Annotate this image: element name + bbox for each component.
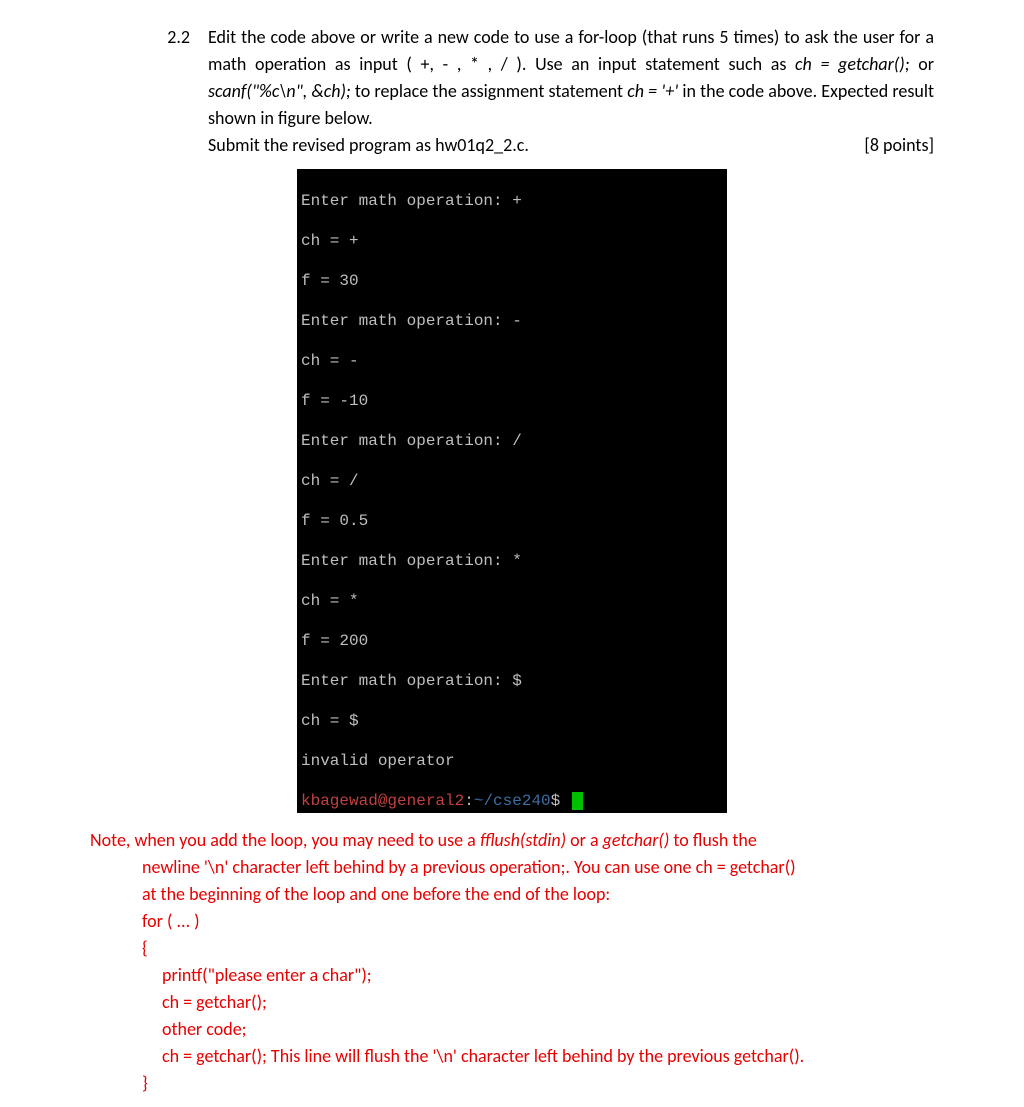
terminal-output: Enter math operation: + ch = + f = 30 En… bbox=[297, 169, 727, 813]
question-number: 2.2 bbox=[90, 24, 208, 51]
terminal-line: ch = - bbox=[301, 351, 723, 371]
prompt-dollar: $ bbox=[551, 792, 561, 810]
terminal-line: ch = / bbox=[301, 471, 723, 491]
terminal-line: Enter math operation: + bbox=[301, 191, 723, 211]
note-line: newline '\n' character left behind by a … bbox=[90, 854, 934, 881]
note-text: Note, when you add the loop, you may nee… bbox=[90, 829, 480, 851]
terminal-line: Enter math operation: / bbox=[301, 431, 723, 451]
question-text: or bbox=[910, 53, 934, 75]
note-code: getchar() bbox=[603, 829, 670, 851]
note-line: other code; bbox=[90, 1016, 934, 1043]
question-body: Edit the code above or write a new code … bbox=[208, 24, 934, 159]
points-label: [8 points] bbox=[864, 132, 934, 159]
note-block: Note, when you add the loop, you may nee… bbox=[90, 827, 934, 1097]
code-snippet-3: ch = '+' bbox=[627, 80, 678, 102]
note-text: or a bbox=[566, 829, 603, 851]
prompt-path: ~/cse240 bbox=[474, 792, 551, 810]
note-line: for ( ... ) bbox=[90, 908, 934, 935]
terminal-line: ch = $ bbox=[301, 711, 723, 731]
terminal-line: Enter math operation: * bbox=[301, 551, 723, 571]
note-line: ch = getchar(); bbox=[90, 989, 934, 1016]
prompt-user: kbagewad@general2 bbox=[301, 792, 464, 810]
note-line: at the beginning of the loop and one bef… bbox=[90, 881, 934, 908]
note-line: ch = getchar(); This line will flush the… bbox=[90, 1043, 934, 1070]
terminal-line: f = 30 bbox=[301, 271, 723, 291]
note-code: fflush(stdin) bbox=[480, 829, 566, 851]
submit-text: Submit the revised program as bbox=[208, 134, 435, 156]
terminal-line: ch = * bbox=[301, 591, 723, 611]
note-text: to flush the bbox=[669, 829, 756, 851]
terminal-prompt: kbagewad@general2:~/cse240$ bbox=[301, 791, 723, 811]
terminal-line: f = 200 bbox=[301, 631, 723, 651]
terminal-line: Enter math operation: $ bbox=[301, 671, 723, 691]
question-text: to replace the assignment statement bbox=[351, 80, 627, 102]
terminal-line: Enter math operation: - bbox=[301, 311, 723, 331]
terminal-line: f = 0.5 bbox=[301, 511, 723, 531]
prompt-colon: : bbox=[464, 792, 474, 810]
terminal-line: invalid operator bbox=[301, 751, 723, 771]
code-snippet-1: ch = getchar(); bbox=[795, 53, 910, 75]
code-snippet-2: scanf("%c\n", &ch); bbox=[208, 80, 351, 102]
note-line: Note, when you add the loop, you may nee… bbox=[90, 827, 934, 854]
document-page: 2.2 Edit the code above or write a new c… bbox=[0, 0, 1024, 1107]
note-line: printf("please enter a char"); bbox=[90, 962, 934, 989]
terminal-line: f = -10 bbox=[301, 391, 723, 411]
terminal-line: ch = + bbox=[301, 231, 723, 251]
question-block: 2.2 Edit the code above or write a new c… bbox=[90, 24, 934, 159]
cursor-icon bbox=[572, 792, 583, 810]
filename: hw01q2_2.c. bbox=[435, 134, 529, 156]
note-line: { bbox=[90, 935, 934, 962]
note-line: } bbox=[90, 1070, 934, 1097]
terminal-figure: Enter math operation: + ch = + f = 30 En… bbox=[297, 169, 727, 813]
